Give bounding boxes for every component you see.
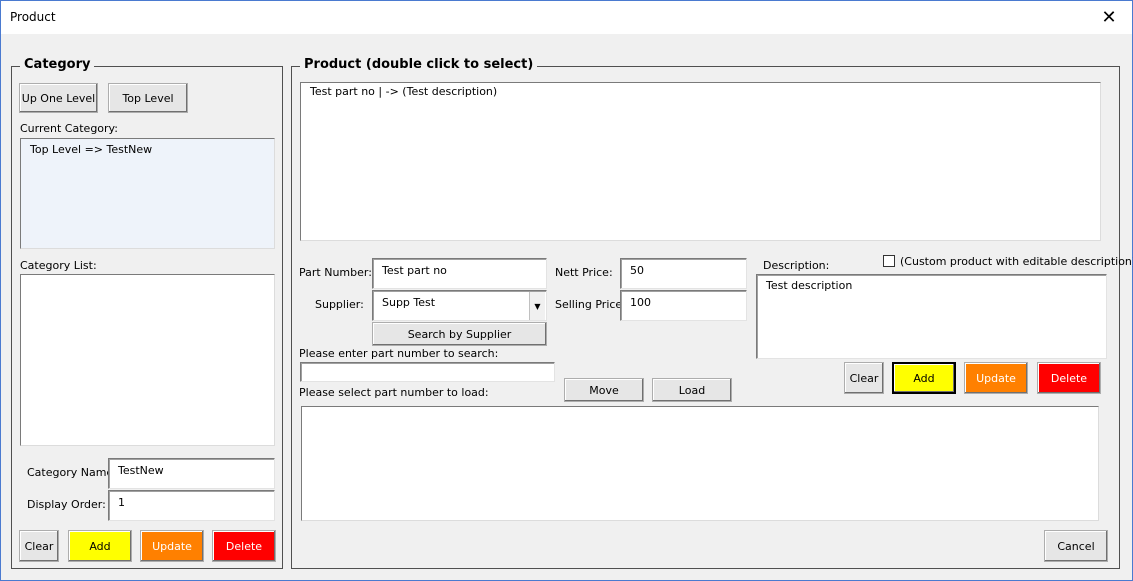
nett-price-field[interactable]: 50	[620, 258, 747, 289]
display-order-field[interactable]: 1	[108, 490, 275, 521]
display-order-label: Display Order:	[27, 498, 106, 511]
selling-price-label: Selling Price:	[555, 298, 626, 311]
part-search-input[interactable]	[300, 362, 555, 382]
search-prompt-label: Please enter part number to search:	[299, 347, 499, 360]
supplier-dropdown[interactable]: Supp Test	[372, 290, 547, 321]
description-label: Description:	[763, 259, 830, 272]
product-add-button[interactable]: Add	[892, 362, 956, 394]
part-number-load-list[interactable]	[301, 406, 1099, 521]
custom-product-label: (Custom product with editable descriptio…	[900, 255, 1133, 268]
top-level-button[interactable]: Top Level	[108, 83, 188, 113]
close-button[interactable]: ✕	[1086, 1, 1132, 33]
product-list-item[interactable]: Test part no | -> (Test description)	[310, 85, 1091, 98]
search-by-supplier-button[interactable]: Search by Supplier	[372, 322, 547, 346]
checkbox-icon[interactable]	[883, 255, 895, 267]
description-field[interactable]: Test description	[756, 274, 1107, 359]
select-prompt-label: Please select part number to load:	[299, 386, 489, 399]
load-button[interactable]: Load	[652, 378, 732, 402]
move-button[interactable]: Move	[564, 378, 644, 402]
up-one-level-button[interactable]: Up One Level	[19, 83, 98, 113]
title-bar: Product ✕	[1, 1, 1132, 34]
category-list-label: Category List:	[20, 259, 97, 272]
category-update-button[interactable]: Update	[140, 530, 204, 562]
category-add-button[interactable]: Add	[68, 530, 132, 562]
product-frame-title: Product (double click to select)	[300, 57, 538, 72]
product-update-button[interactable]: Update	[964, 362, 1028, 394]
close-icon: ✕	[1101, 6, 1117, 28]
supplier-value: Supp Test	[382, 296, 436, 309]
category-list[interactable]	[20, 274, 275, 446]
category-frame-title: Category	[20, 57, 95, 72]
category-name-label: Category Name:	[27, 466, 117, 479]
product-clear-button[interactable]: Clear	[844, 362, 884, 394]
window-title: Product	[10, 10, 56, 24]
current-category-box: Top Level => TestNew	[20, 138, 275, 249]
category-clear-button[interactable]: Clear	[19, 530, 59, 562]
product-window: Product ✕ Category Up One Level Top Leve…	[0, 0, 1133, 581]
current-category-value: Top Level => TestNew	[30, 143, 153, 156]
part-number-label: Part Number:	[299, 266, 372, 279]
chevron-down-icon[interactable]: ▼	[529, 292, 545, 320]
nett-price-label: Nett Price:	[555, 266, 613, 279]
current-category-label: Current Category:	[20, 122, 118, 135]
selling-price-field[interactable]: 100	[620, 290, 747, 321]
part-number-field[interactable]: Test part no	[372, 258, 547, 289]
supplier-label: Supplier:	[315, 298, 364, 311]
cancel-button[interactable]: Cancel	[1044, 530, 1108, 562]
category-delete-button[interactable]: Delete	[212, 530, 276, 562]
category-name-field[interactable]: TestNew	[108, 458, 275, 489]
product-list[interactable]: Test part no | -> (Test description)	[300, 82, 1101, 241]
product-delete-button[interactable]: Delete	[1037, 362, 1101, 394]
